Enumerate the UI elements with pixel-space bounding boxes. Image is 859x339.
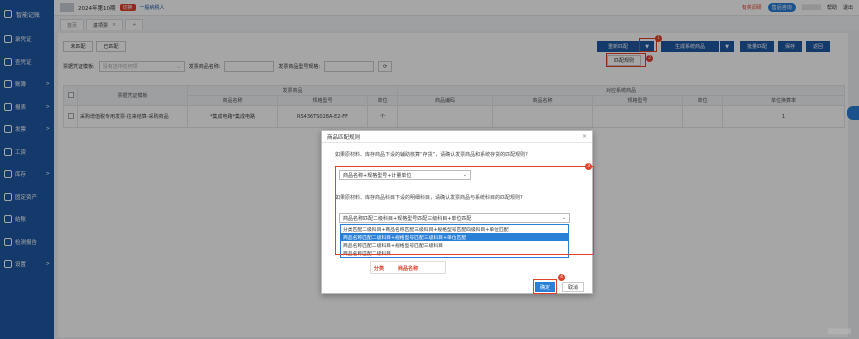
close-icon[interactable]: × — [582, 133, 587, 140]
badge-4: 4 — [558, 274, 565, 281]
inventory-rule-hint: 如果原材料、库存商品下设的辅助核算“存货”，请确认发票商品和系统存货的匹配规则? — [335, 152, 528, 158]
cancel-button[interactable]: 取消 — [562, 282, 584, 292]
dialog-header: 商品匹配规则 × — [322, 131, 592, 143]
annotation-goods-name: 商品名称 — [398, 266, 419, 272]
match-rule-dialog: 商品匹配规则 × 如果原材料、库存商品下设的辅助核算“存货”，请确认发票商品和系… — [321, 130, 594, 294]
watermark: ▒▒▒▒▒▒ — [827, 329, 851, 335]
annotation-category: 分类 — [374, 266, 385, 272]
dialog-title: 商品匹配规则 — [327, 134, 361, 141]
annotation-box-3 — [335, 166, 594, 255]
badge-3: 3 — [585, 163, 592, 170]
annotation-box-4 — [533, 279, 557, 294]
